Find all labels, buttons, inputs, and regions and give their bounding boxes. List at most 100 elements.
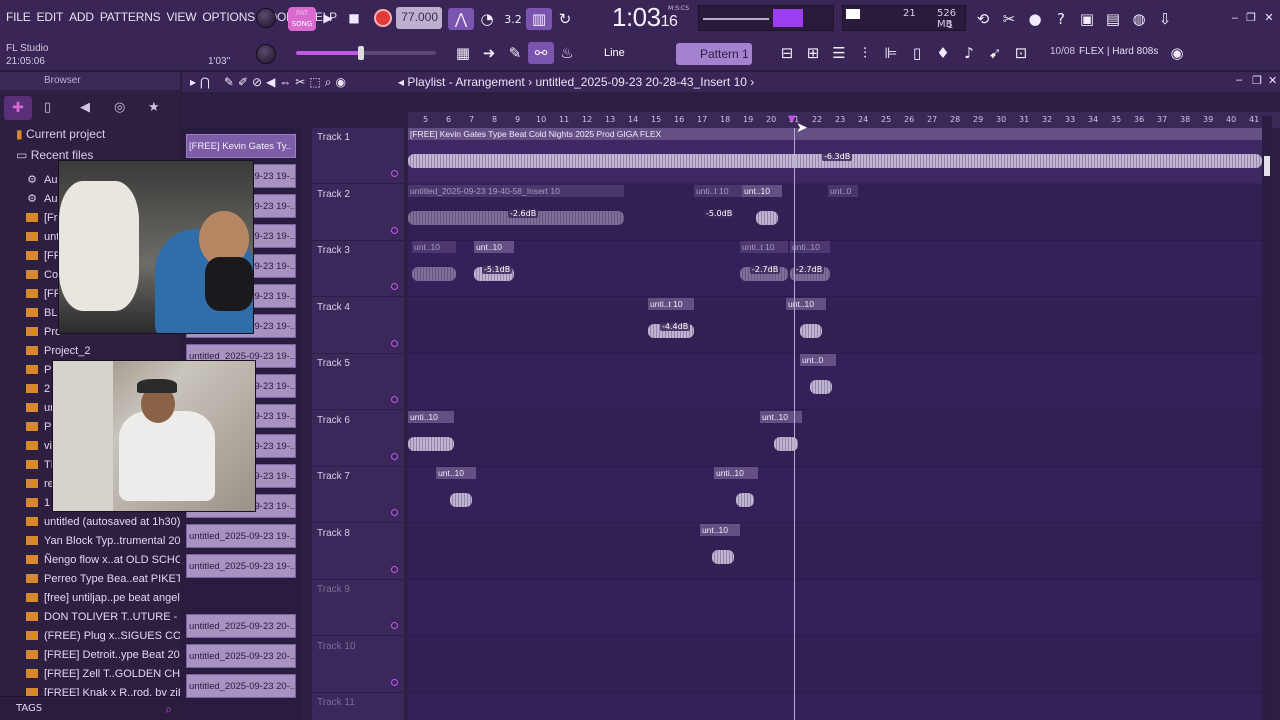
browser-files-icon[interactable]: ▯ [44, 100, 51, 115]
cut-icon[interactable]: ✂ [996, 8, 1022, 30]
audio-clip[interactable]: untitled_2025-09-23 19-40-58_Insert 10 -2… [408, 185, 624, 241]
track-header[interactable]: Track 2 [312, 185, 404, 241]
mute-icon[interactable]: ◀ [266, 75, 275, 90]
slice-icon[interactable]: ✂ [295, 75, 305, 90]
track-lane[interactable] [408, 467, 1262, 523]
delete-icon[interactable]: ⊘ [252, 75, 262, 90]
mixer-icon[interactable]: ▤ [1100, 8, 1126, 30]
track-mute-led[interactable] [391, 509, 398, 516]
list-item[interactable]: DON TOLIVER T..UTURE - AREA [26, 607, 180, 626]
browser-plugins-icon[interactable]: ◎ [114, 100, 125, 115]
track-header[interactable]: Track 8 [312, 524, 404, 580]
list-item[interactable]: Yan Block Typ..trumental 2025 [26, 531, 180, 550]
main-slider[interactable] [296, 51, 436, 55]
pattern-item[interactable]: untitled_2025-09-23 20-.. [186, 614, 296, 638]
countdown-display[interactable]: 3.2 [500, 8, 526, 30]
pattern-item[interactable]: untitled_2025-09-23 20-.. [186, 644, 296, 668]
chat-icon[interactable]: ◍ [1126, 8, 1152, 30]
track-header[interactable]: Track 11 [312, 693, 404, 720]
draw-icon[interactable]: ✎ [224, 75, 234, 90]
playlist-minimize-icon[interactable]: ‒ [1236, 74, 1242, 86]
browser-audio-icon[interactable]: ◀ [80, 100, 90, 115]
metronome-icon[interactable]: ⋀ [448, 8, 474, 30]
pattern-selector[interactable]: Pattern 1 [676, 43, 752, 65]
globe-icon[interactable]: ◉ [1164, 42, 1190, 64]
audio-clip[interactable]: [FREE] Kevin Gates Type Beat Cold Nights… [408, 128, 1262, 184]
track-header[interactable]: Track 10 [312, 637, 404, 693]
track-header[interactable]: Track 3 [312, 241, 404, 297]
menu-patterns[interactable]: PATTERNS [100, 10, 161, 24]
menu-options[interactable]: OPTIONS [202, 10, 255, 24]
track-mute-led[interactable] [391, 622, 398, 629]
help-icon[interactable]: ? [1048, 8, 1074, 30]
list-item[interactable]: Ñengo flow x..at OLD SCHOOL [26, 550, 180, 569]
link-icon[interactable]: ⚯ [528, 42, 554, 64]
timeline-ruler[interactable]: 5 6 7 8 9 10 11 12 13 14 15 16 17 18 19 … [408, 112, 1280, 128]
list-item[interactable]: [FREE] Zell T..GOLDEN CHAINS [26, 664, 180, 683]
track-lane[interactable] [408, 580, 1262, 636]
audio-clip[interactable]: unti..10 [408, 411, 454, 467]
menu-file[interactable]: FILE [6, 10, 31, 24]
list-item[interactable]: Project_2 [26, 341, 180, 360]
audio-clip[interactable]: unt..10 [786, 298, 826, 354]
audio-clip[interactable]: unti..t 10 -5.0dB [694, 185, 742, 241]
step-edit-icon[interactable]: ▥ [526, 8, 552, 30]
track-mute-led[interactable] [391, 396, 398, 403]
tempo-tap-icon[interactable]: ♪ [956, 42, 982, 64]
list-item[interactable]: untitled (autosaved at 1h30) [26, 512, 180, 531]
track-lane[interactable] [408, 411, 1262, 467]
track-mute-led[interactable] [391, 170, 398, 177]
audio-clip[interactable]: unt..10 [760, 411, 802, 467]
vertical-scrollbar[interactable] [1262, 116, 1272, 720]
cart-icon[interactable]: ⊡ [1008, 42, 1034, 64]
select-icon[interactable]: ⬚ [309, 75, 320, 90]
menu-view[interactable]: VIEW [166, 10, 196, 24]
pattern-item[interactable]: untitled_2025-09-23 19-.. [186, 524, 296, 548]
tempo-display[interactable]: 77.000 [396, 7, 442, 29]
wait-icon[interactable]: ◔ [474, 8, 500, 30]
track-mute-led[interactable] [391, 340, 398, 347]
mixer-window-icon[interactable]: ☰ [826, 42, 852, 64]
audio-clip[interactable]: unti..t 10 -2.7dB [740, 241, 788, 297]
mic-icon[interactable]: ● [1022, 8, 1048, 30]
track-mute-led[interactable] [391, 453, 398, 460]
paint-icon[interactable]: ✐ [238, 75, 248, 90]
minimize-icon[interactable]: ‒ [1228, 12, 1242, 24]
audio-clip[interactable]: unt..10 [700, 524, 740, 580]
track-mute-led[interactable] [391, 283, 398, 290]
track-header[interactable]: Track 5 [312, 354, 404, 410]
search-icon[interactable]: ⌕ [165, 702, 172, 717]
piano-icon[interactable]: ▦ [450, 42, 476, 64]
track-header[interactable]: Track 7 [312, 467, 404, 523]
maximize-icon[interactable]: ❐ [1244, 12, 1258, 24]
playlist-close-icon[interactable]: ✕ [1268, 74, 1277, 87]
track-lane[interactable] [408, 298, 1262, 354]
audio-clip[interactable]: unt..0 [800, 354, 836, 410]
pattern-item[interactable]: untitled_2025-09-23 19-.. [186, 554, 296, 578]
play-icon[interactable]: ▶ [318, 7, 338, 29]
track-header[interactable]: Track 9 [312, 580, 404, 636]
channel-rack-icon[interactable]: ⊞ [800, 42, 826, 64]
stop-icon[interactable]: ■ [344, 7, 364, 29]
browser-all-icon[interactable]: ✚ [4, 96, 32, 120]
track-header[interactable]: Track 6 [312, 411, 404, 467]
record-button[interactable] [374, 9, 392, 27]
track-mute-led[interactable] [391, 566, 398, 573]
arrow-right-icon[interactable]: ➜ [476, 42, 502, 64]
magnet-icon[interactable]: ⋂ [200, 75, 210, 90]
playlist-maximize-icon[interactable]: ❐ [1252, 74, 1262, 87]
list-item[interactable]: [free] untiljap..pe beat angels [26, 588, 180, 607]
zoom-icon[interactable]: ⌕ [325, 75, 332, 90]
arrow-icon[interactable]: ▸ [190, 75, 196, 90]
audio-clip[interactable]: unt..10 -5.1dB [474, 241, 514, 297]
audio-clip[interactable]: unt..10 [412, 241, 456, 297]
track-header[interactable]: Track 4 [312, 298, 404, 354]
pattern-item[interactable]: [FREE] Kevin Gates Ty.. [186, 134, 296, 158]
save-icon[interactable]: ▣ [1074, 8, 1100, 30]
brush-icon[interactable]: ➹ [982, 42, 1008, 64]
audio-clip[interactable]: unt..10 [742, 185, 782, 241]
browser-favorites-icon[interactable]: ★ [148, 100, 160, 115]
download-icon[interactable]: ⇩ [1152, 8, 1178, 30]
scrollbar-thumb[interactable] [1264, 156, 1270, 176]
audio-clip[interactable]: unti..10 [714, 467, 758, 523]
